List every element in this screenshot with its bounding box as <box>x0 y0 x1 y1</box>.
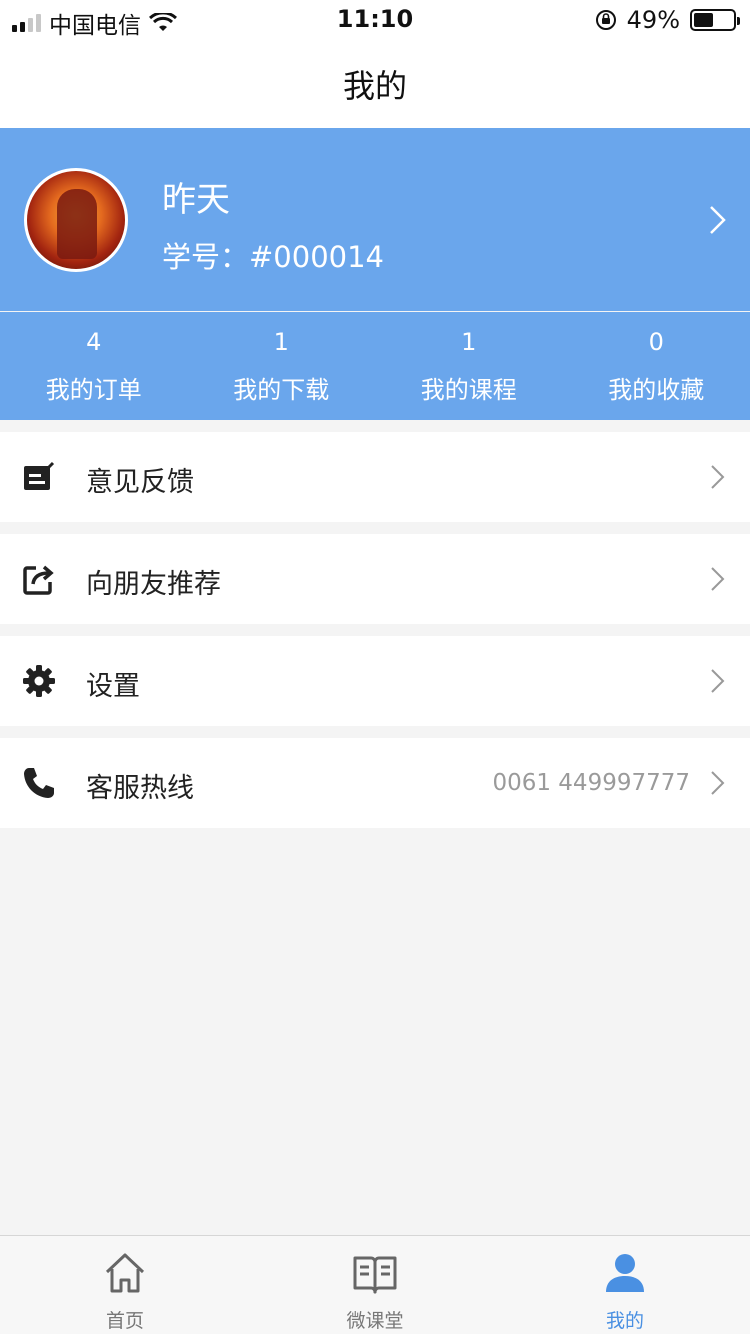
student-number: 学号：#000014 <box>162 240 385 274</box>
chevron-right-icon <box>711 465 725 489</box>
stat-count: 4 <box>86 328 102 356</box>
page-title: 我的 <box>342 67 407 105</box>
user-icon <box>606 1254 644 1292</box>
stat-orders[interactable]: 4 我的订单 <box>0 312 188 420</box>
tab-bar: 首页 微课堂 我的 <box>0 1235 750 1334</box>
username: 昨天 <box>162 180 230 220</box>
menu-item-recommend[interactable]: 向朋友推荐 <box>0 534 750 624</box>
book-icon <box>353 1256 397 1294</box>
rotation-lock-icon <box>595 10 616 30</box>
status-right: 49% <box>595 6 740 34</box>
hotline-number: 0061 449997777 <box>492 770 690 796</box>
tab-mine[interactable]: 我的 <box>500 1236 750 1334</box>
battery-icon <box>690 9 740 31</box>
profile-page: 中国电信 11:10 49% 我的 昨天 学号：#000014 4 我的订单 1… <box>0 0 750 1334</box>
menu-label: 意见反馈 <box>86 467 194 498</box>
chevron-right-icon <box>711 771 725 795</box>
chevron-right-icon[interactable] <box>708 204 728 236</box>
stat-count: 1 <box>273 328 289 356</box>
stat-label: 我的订单 <box>45 376 142 404</box>
tab-label: 我的 <box>605 1310 644 1332</box>
home-icon <box>105 1253 145 1293</box>
tab-label: 微课堂 <box>346 1310 404 1332</box>
menu-item-settings[interactable]: 设置 <box>0 636 750 726</box>
stat-label: 我的下载 <box>233 376 330 404</box>
menu-item-hotline[interactable]: 客服热线 0061 449997777 <box>0 738 750 828</box>
menu-label: 客服热线 <box>86 773 194 804</box>
stat-courses[interactable]: 1 我的课程 <box>375 312 563 420</box>
tab-classroom[interactable]: 微课堂 <box>250 1236 500 1334</box>
avatar-figure <box>57 189 97 259</box>
gear-icon <box>23 665 55 697</box>
stat-count: 0 <box>648 328 664 356</box>
status-bar: 中国电信 11:10 49% <box>0 0 750 40</box>
menu-label: 向朋友推荐 <box>86 569 221 600</box>
profile-header[interactable]: 昨天 学号：#000014 <box>0 128 750 311</box>
feedback-icon <box>24 461 55 490</box>
battery-percent: 49% <box>626 6 680 34</box>
menu-item-feedback[interactable]: 意见反馈 <box>0 432 750 522</box>
battery-fill <box>694 13 713 27</box>
phone-icon <box>24 768 54 798</box>
stat-label: 我的收藏 <box>608 376 705 404</box>
stat-favorites[interactable]: 0 我的收藏 <box>563 312 750 420</box>
stats-row: 4 我的订单 1 我的下载 1 我的课程 0 我的收藏 <box>0 312 750 420</box>
avatar[interactable] <box>24 168 128 272</box>
chevron-right-icon <box>711 669 725 693</box>
nav-bar: 我的 <box>0 40 750 128</box>
tab-home[interactable]: 首页 <box>0 1236 250 1334</box>
tab-label: 首页 <box>105 1310 144 1332</box>
chevron-right-icon <box>711 567 725 591</box>
stat-label: 我的课程 <box>420 376 517 404</box>
stat-count: 1 <box>461 328 477 356</box>
stat-downloads[interactable]: 1 我的下载 <box>188 312 376 420</box>
menu-label: 设置 <box>86 671 140 702</box>
share-icon <box>23 565 54 595</box>
